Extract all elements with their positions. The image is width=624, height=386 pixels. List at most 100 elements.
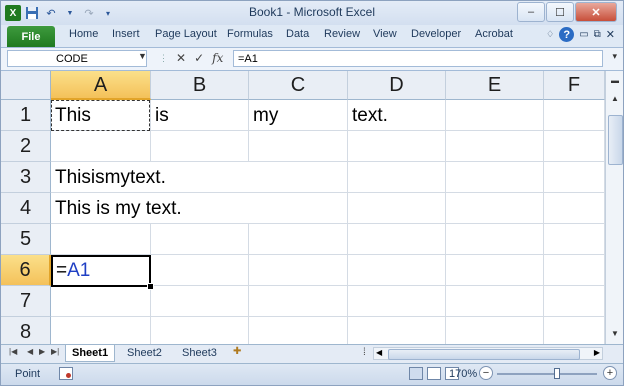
insert-function-icon[interactable]: fx: [212, 51, 223, 65]
column-header-b[interactable]: B: [151, 71, 249, 100]
tab-view[interactable]: View: [373, 28, 397, 40]
restore-window-icon[interactable]: ▭: [579, 29, 588, 40]
tab-split-icon[interactable]: ⁞: [363, 347, 366, 358]
grid-cell[interactable]: [348, 193, 446, 224]
cell-c1[interactable]: my: [249, 100, 348, 131]
cell-a1[interactable]: This: [51, 100, 151, 131]
grid-cell[interactable]: [348, 162, 446, 193]
grid-cell[interactable]: [249, 193, 348, 224]
grid-cell[interactable]: [348, 224, 446, 255]
grid-cell[interactable]: [544, 193, 605, 224]
column-header-e[interactable]: E: [446, 71, 544, 100]
grid-cell[interactable]: [51, 131, 151, 162]
grid-cell[interactable]: [446, 100, 544, 131]
grid-cell[interactable]: [446, 131, 544, 162]
grid-cell[interactable]: [544, 131, 605, 162]
grid-cell[interactable]: [151, 255, 249, 286]
row-header-6[interactable]: 6: [1, 255, 51, 286]
select-all-corner[interactable]: [1, 71, 51, 100]
zoom-slider-thumb[interactable]: [554, 368, 560, 379]
close-button[interactable]: ✕: [575, 2, 617, 22]
grid-cell[interactable]: [51, 317, 151, 344]
tab-formulas[interactable]: Formulas: [227, 28, 273, 40]
column-header-a[interactable]: A: [51, 71, 151, 100]
grid-cell[interactable]: [348, 131, 446, 162]
tab-acrobat[interactable]: Acrobat: [475, 28, 513, 40]
row-header-4[interactable]: 4: [1, 193, 51, 224]
vertical-scrollbar[interactable]: ▬ ▲ ▼: [605, 71, 623, 344]
last-sheet-icon[interactable]: ▶|: [51, 347, 59, 356]
cell-d1[interactable]: text.: [348, 100, 446, 131]
formula-input[interactable]: =A1: [233, 50, 603, 67]
enter-icon[interactable]: ✓: [194, 51, 204, 65]
grid-cell[interactable]: [446, 286, 544, 317]
cell-a4[interactable]: This is my text.: [51, 193, 251, 224]
insert-sheet-icon[interactable]: ✚: [233, 346, 249, 360]
worksheet-grid[interactable]: A B C D E F 1 2 3 4 5 6 7 8 This is my t…: [1, 71, 605, 344]
tab-insert[interactable]: Insert: [112, 28, 140, 40]
grid-cell[interactable]: [544, 162, 605, 193]
grid-cell[interactable]: [544, 255, 605, 286]
horizontal-scrollbar[interactable]: ◀ ▶: [373, 347, 603, 360]
grid-cell[interactable]: [249, 317, 348, 344]
grid-cell[interactable]: [348, 317, 446, 344]
grid-cell[interactable]: [249, 224, 348, 255]
sheet-tab-2[interactable]: Sheet2: [121, 345, 168, 361]
grid-cell[interactable]: [348, 286, 446, 317]
scroll-left-icon[interactable]: ◀: [376, 348, 382, 357]
grid-cell[interactable]: [51, 224, 151, 255]
active-cell-a6[interactable]: =A1: [51, 255, 151, 287]
cell-b1[interactable]: is: [151, 100, 249, 131]
row-header-2[interactable]: 2: [1, 131, 51, 162]
minimize-button[interactable]: –: [517, 2, 545, 22]
grid-cell[interactable]: [249, 255, 348, 286]
row-header-5[interactable]: 5: [1, 224, 51, 255]
record-macro-icon[interactable]: [59, 367, 73, 380]
grid-cell[interactable]: [446, 224, 544, 255]
grid-cell[interactable]: [544, 317, 605, 344]
tab-page-layout[interactable]: Page Layout: [155, 28, 217, 40]
tab-data[interactable]: Data: [286, 28, 309, 40]
grid-cell[interactable]: [249, 131, 348, 162]
scroll-right-icon[interactable]: ▶: [594, 348, 600, 357]
grid-cell[interactable]: [151, 224, 249, 255]
close-workbook-icon[interactable]: ✕: [606, 28, 615, 41]
zoom-slider[interactable]: [497, 368, 597, 379]
row-header-1[interactable]: 1: [1, 100, 51, 131]
grid-cell[interactable]: [51, 286, 151, 317]
first-sheet-icon[interactable]: |◀: [9, 347, 17, 356]
grid-cell[interactable]: [544, 100, 605, 131]
help-icon[interactable]: ?: [559, 27, 575, 42]
column-header-d[interactable]: D: [348, 71, 446, 100]
grid-cell[interactable]: [249, 162, 348, 193]
tab-home[interactable]: Home: [69, 28, 98, 40]
zoom-in-icon[interactable]: +: [603, 366, 617, 380]
expand-formula-bar-icon[interactable]: ▾: [612, 51, 617, 62]
scroll-up-icon[interactable]: ▲: [608, 91, 622, 105]
split-box-icon[interactable]: ▬: [608, 73, 622, 87]
grid-cell[interactable]: [446, 193, 544, 224]
column-header-c[interactable]: C: [249, 71, 348, 100]
grid-cell[interactable]: [348, 255, 446, 286]
next-sheet-icon[interactable]: ▶: [39, 347, 45, 356]
grid-cell[interactable]: [446, 162, 544, 193]
grid-cell[interactable]: [544, 286, 605, 317]
minimize-ribbon-icon[interactable]: ♢: [546, 29, 554, 40]
maximize-button[interactable]: ☐: [546, 2, 574, 22]
normal-view-icon[interactable]: [409, 367, 423, 380]
tab-file[interactable]: File: [7, 26, 55, 47]
grid-cell[interactable]: [151, 317, 249, 344]
row-header-3[interactable]: 3: [1, 162, 51, 193]
sheet-tab-3[interactable]: Sheet3: [176, 345, 223, 361]
zoom-out-icon[interactable]: −: [479, 366, 493, 380]
name-box[interactable]: CODE: [7, 50, 147, 67]
grid-cell[interactable]: [151, 131, 249, 162]
restore-down-icon[interactable]: ⧉: [594, 29, 601, 40]
grid-cell[interactable]: [249, 286, 348, 317]
prev-sheet-icon[interactable]: ◀: [27, 347, 33, 356]
grid-cell[interactable]: [544, 224, 605, 255]
name-box-dropdown-icon[interactable]: ▼: [138, 51, 147, 61]
column-header-f[interactable]: F: [544, 71, 605, 100]
page-layout-view-icon[interactable]: [427, 367, 441, 380]
row-header-8[interactable]: 8: [1, 317, 51, 344]
